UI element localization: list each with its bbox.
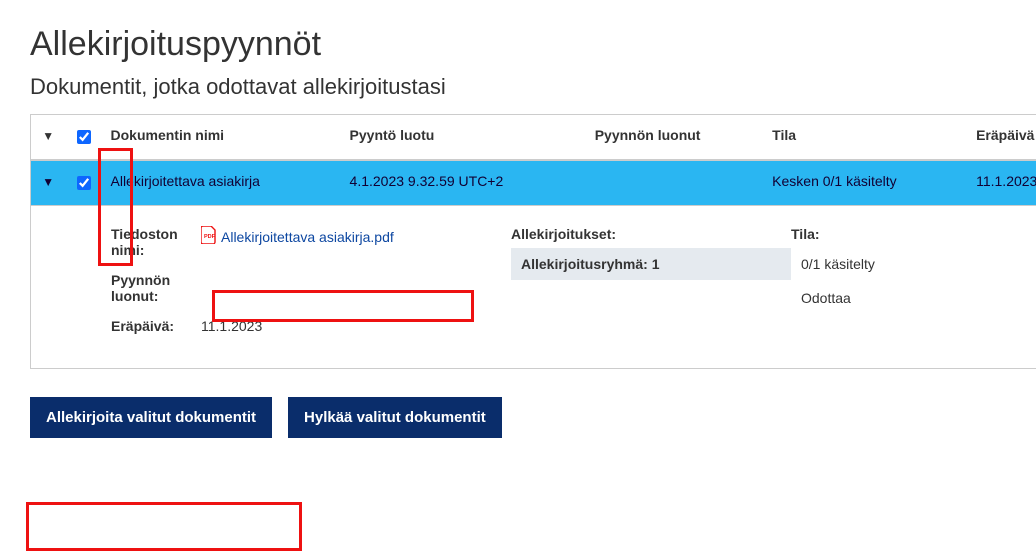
file-label: Tiedoston nimi: xyxy=(111,226,201,258)
signatures-label: Allekirjoitukset: xyxy=(511,226,791,242)
requests-table: ▼ Dokumentin nimi Pyyntö luotu Pyynnön l… xyxy=(30,114,1036,369)
waiting-status: Odottaa xyxy=(511,280,1036,306)
page-subtitle: Dokumentit, jotka odottavat allekirjoitu… xyxy=(30,74,1006,100)
col-creator: Pyynnön luonut xyxy=(585,115,762,161)
col-doc-name: Dokumentin nimi xyxy=(101,115,340,161)
detail-row: Tiedoston nimi: PDF Allek xyxy=(31,206,1036,369)
col-status: Tila xyxy=(762,115,966,161)
file-name: Allekirjoitettava asiakirja.pdf xyxy=(221,229,394,245)
expand-row-toggle[interactable]: ▼ xyxy=(42,175,54,189)
col-due: Eräpäivä xyxy=(966,115,1036,161)
expand-all-toggle[interactable]: ▼ xyxy=(42,129,54,143)
page-title: Allekirjoituspyynnöt xyxy=(30,25,1006,64)
cell-creator xyxy=(585,160,762,206)
creator-label: Pyynnön luonut: xyxy=(111,272,201,304)
creator-value xyxy=(201,272,481,304)
cell-doc-name: Allekirjoitettava asiakirja xyxy=(101,160,340,206)
pdf-icon: PDF xyxy=(201,226,217,247)
svg-text:PDF: PDF xyxy=(204,234,216,240)
reject-selected-button[interactable]: Hylkää valitut dokumentit xyxy=(288,397,502,438)
file-link[interactable]: PDF Allekirjoitettava asiakirja.pdf xyxy=(201,226,394,247)
cell-created: 4.1.2023 9.32.59 UTC+2 xyxy=(340,160,585,206)
select-all-checkbox[interactable] xyxy=(77,130,91,144)
sign-selected-button[interactable]: Allekirjoita valitut dokumentit xyxy=(30,397,272,438)
group-status: 0/1 käsitelty xyxy=(791,248,1036,280)
signature-group: Allekirjoitusryhmä: 1 xyxy=(511,248,791,280)
due-label: Eräpäivä: xyxy=(111,318,201,334)
table-row[interactable]: ▼ Allekirjoitettava asiakirja 4.1.2023 9… xyxy=(31,160,1036,206)
row-checkbox[interactable] xyxy=(77,176,91,190)
cell-due: 11.1.2023 xyxy=(966,160,1036,206)
cell-status: Kesken 0/1 käsitelty xyxy=(762,160,966,206)
status-label: Tila: xyxy=(791,226,1036,242)
due-value: 11.1.2023 xyxy=(201,318,481,334)
highlight-sign-button xyxy=(26,502,302,551)
col-created: Pyyntö luotu xyxy=(340,115,585,161)
